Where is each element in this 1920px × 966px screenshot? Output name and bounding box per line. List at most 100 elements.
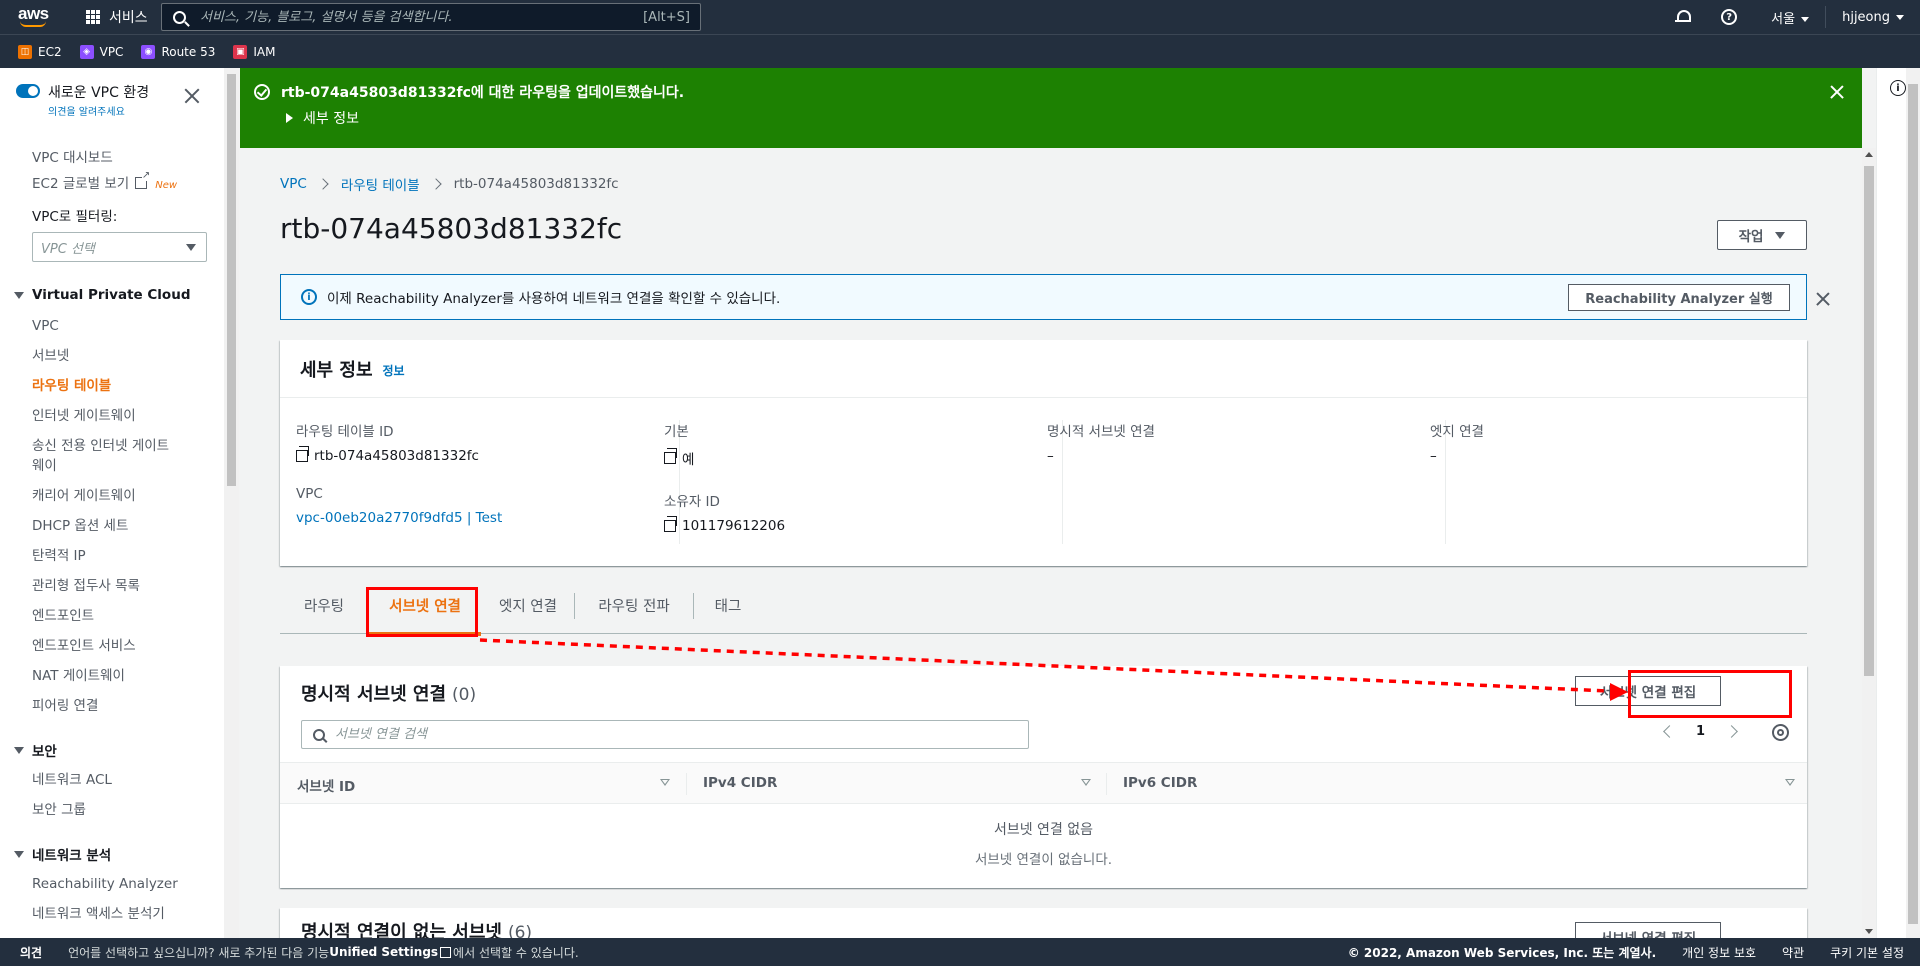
privacy-link[interactable]: 개인 정보 보호 (1682, 944, 1756, 961)
favorite-vpc[interactable]: ◈ VPC (79, 44, 124, 59)
global-search[interactable]: [Alt+S] (161, 3, 701, 31)
account-menu[interactable]: hjjeong (1842, 10, 1904, 25)
info-panel-icon[interactable]: i (1890, 80, 1906, 96)
sort-icon[interactable] (1785, 779, 1795, 786)
favorite-iam[interactable]: ▣ IAM (233, 44, 275, 59)
scrollbar-thumb[interactable] (1864, 166, 1874, 676)
actions-dropdown-button[interactable]: 작업 (1717, 220, 1807, 250)
search-icon (313, 728, 325, 741)
favorite-label: EC2 (38, 44, 62, 59)
sidebar-item-endpoint-services[interactable]: 엔드포인트 서비스 (32, 636, 136, 656)
sidebar-item-reachability-analyzer[interactable]: Reachability Analyzer (32, 874, 178, 894)
owner-id-value: 101179612206 (664, 516, 1062, 534)
sidebar-item-route-tables[interactable]: 라우팅 테이블 (32, 376, 111, 396)
sidebar-item-security-groups[interactable]: 보안 그룹 (32, 800, 86, 820)
aws-logo[interactable]: aws (18, 4, 52, 30)
page-scrollbar[interactable] (1906, 68, 1920, 938)
unified-settings-link[interactable]: Unified Settings (329, 945, 438, 959)
reachability-info-banner: i 이제 Reachability Analyzer를 사용하여 네트워크 연결… (280, 274, 1807, 320)
tab-route-propagation[interactable]: 라우팅 전파 (575, 576, 693, 634)
scrollbar-thumb[interactable] (227, 74, 236, 486)
tab-routes[interactable]: 라우팅 (280, 576, 368, 634)
terms-link[interactable]: 약관 (1782, 944, 1804, 961)
column-header-ipv6-cidr[interactable]: IPv6 CIDR (1123, 775, 1197, 791)
column-header-ipv4-cidr[interactable]: IPv4 CIDR (703, 775, 777, 791)
footer-lang-text: 언어를 선택하고 싶으십니까? 새로 추가된 다음 기능 (68, 945, 330, 960)
scroll-up-arrow[interactable] (1865, 152, 1873, 157)
gear-icon[interactable] (1772, 724, 1789, 741)
cookie-preferences-link[interactable]: 쿠키 기본 설정 (1830, 944, 1904, 961)
copy-icon[interactable] (664, 516, 677, 532)
sidebar-item-peering[interactable]: 피어링 연결 (32, 696, 98, 716)
field-value: 101179612206 (682, 518, 786, 534)
column-divider (1106, 773, 1107, 795)
close-banner-icon[interactable] (1816, 292, 1830, 306)
new-experience-toggle[interactable] (16, 84, 40, 98)
subnet-association-filter[interactable] (301, 720, 1029, 749)
subnet-association-search-input[interactable] (335, 727, 935, 742)
section-virtual-private-cloud[interactable]: Virtual Private Cloud (14, 287, 190, 303)
sidebar-item-prefix-lists[interactable]: 관리형 접두사 목록 (32, 576, 140, 596)
details-column-4: 엣지 연결 – (1430, 420, 1828, 544)
sort-icon[interactable] (1081, 779, 1091, 786)
chevron-right-icon[interactable] (1725, 725, 1738, 738)
section-network-analysis[interactable]: 네트워크 분석 (14, 844, 111, 864)
sidebar-item-egress-only-igw[interactable]: 송신 전용 인터넷 게이트 (32, 436, 169, 456)
run-reachability-analyzer-button[interactable]: Reachability Analyzer 실행 (1568, 284, 1790, 311)
favorite-label: Route 53 (161, 44, 216, 59)
sidebar-item-nat-gateways[interactable]: NAT 게이트웨이 (32, 666, 125, 686)
vpc-link[interactable]: vpc-00eb20a2770f9dfd5 | Test (296, 510, 502, 526)
sidebar-scrollbar[interactable] (224, 68, 239, 938)
sort-icon[interactable] (660, 779, 670, 786)
copy-icon[interactable] (296, 446, 309, 462)
services-menu-button[interactable]: 서비스 (86, 7, 148, 27)
details-info-link[interactable]: 정보 (383, 362, 405, 379)
section-security[interactable]: 보안 (14, 740, 57, 760)
vpc-value: vpc-00eb20a2770f9dfd5 | Test (296, 510, 679, 526)
notifications-bell-icon[interactable] (1675, 9, 1692, 25)
region-selector[interactable]: 서울 (1771, 8, 1810, 27)
favorite-label: VPC (99, 44, 124, 59)
details-column-1: 라우팅 테이블 ID rtb-074a45803d81332fc VPC vpc… (296, 420, 679, 544)
sidebar-item-egress-only-igw-wrap[interactable]: 웨이 (32, 456, 57, 476)
sidebar-item-carrier-gateways[interactable]: 캐리어 게이트웨이 (32, 486, 136, 506)
close-sidebar-icon[interactable] (184, 88, 200, 104)
help-icon[interactable]: ? (1721, 9, 1738, 25)
global-search-input[interactable] (200, 9, 630, 25)
column-header-subnet-id[interactable]: 서브넷 ID (297, 775, 355, 795)
breadcrumb-vpc[interactable]: VPC (280, 176, 307, 192)
scrollbar-thumb[interactable] (1908, 84, 1918, 924)
sidebar-item-vpc-dashboard[interactable]: VPC 대시보드 (32, 148, 113, 168)
sidebar-item-ec2-global-view[interactable]: EC2 글로벌 보기 New (32, 171, 177, 196)
scroll-down-arrow[interactable] (1865, 929, 1873, 934)
main-scrollbar[interactable] (1862, 148, 1876, 938)
external-link-icon (135, 171, 151, 189)
close-flash-icon[interactable] (1830, 85, 1844, 99)
tab-edge-associations[interactable]: 엣지 연결 (482, 576, 574, 634)
external-link-icon (440, 946, 452, 958)
edit-subnet-associations-button-2[interactable]: 서브넷 연결 편집 (1575, 922, 1721, 938)
vpc-filter-select[interactable]: VPC 선택 (32, 232, 207, 262)
sidebar-item-endpoints[interactable]: 엔드포인트 (32, 606, 94, 626)
favorite-route53[interactable]: ◉ Route 53 (141, 44, 216, 59)
feedback-link[interactable]: 의견을 알려주세요 (48, 103, 149, 118)
flash-details-toggle[interactable]: 세부 정보 (286, 108, 359, 128)
breadcrumb-route-tables[interactable]: 라우팅 테이블 (341, 174, 420, 194)
tab-tags[interactable]: 태그 (694, 576, 762, 634)
chevron-left-icon[interactable] (1663, 725, 1676, 738)
sidebar-item-dhcp-options[interactable]: DHCP 옵션 세트 (32, 516, 128, 536)
sidebar-item-subnets[interactable]: 서브넷 (32, 346, 69, 366)
sidebar-item-vpc[interactable]: VPC (32, 316, 59, 336)
field-value: 예 (682, 452, 695, 468)
sidebar-item-network-access-analyzer[interactable]: 네트워크 액세스 분석기 (32, 904, 165, 924)
sidebar-item-internet-gateways[interactable]: 인터넷 게이트웨이 (32, 406, 136, 426)
no-explicit-assoc-header: 명시적 연결이 없는 서브넷 (6) (301, 918, 532, 938)
table-header: 서브넷 ID IPv4 CIDR IPv6 CIDR (280, 762, 1807, 804)
sidebar-item-network-acls[interactable]: 네트워크 ACL (32, 770, 112, 790)
details-column-2: 기본 예 소유자 ID 101179612206 (664, 420, 1062, 544)
page-number[interactable]: 1 (1696, 724, 1705, 739)
favorite-ec2[interactable]: ◫ EC2 (18, 44, 62, 59)
sidebar-item-elastic-ips[interactable]: 탄력적 IP (32, 546, 86, 566)
copy-icon[interactable] (664, 448, 677, 464)
footer-feedback-link[interactable]: 의견 (20, 944, 42, 961)
